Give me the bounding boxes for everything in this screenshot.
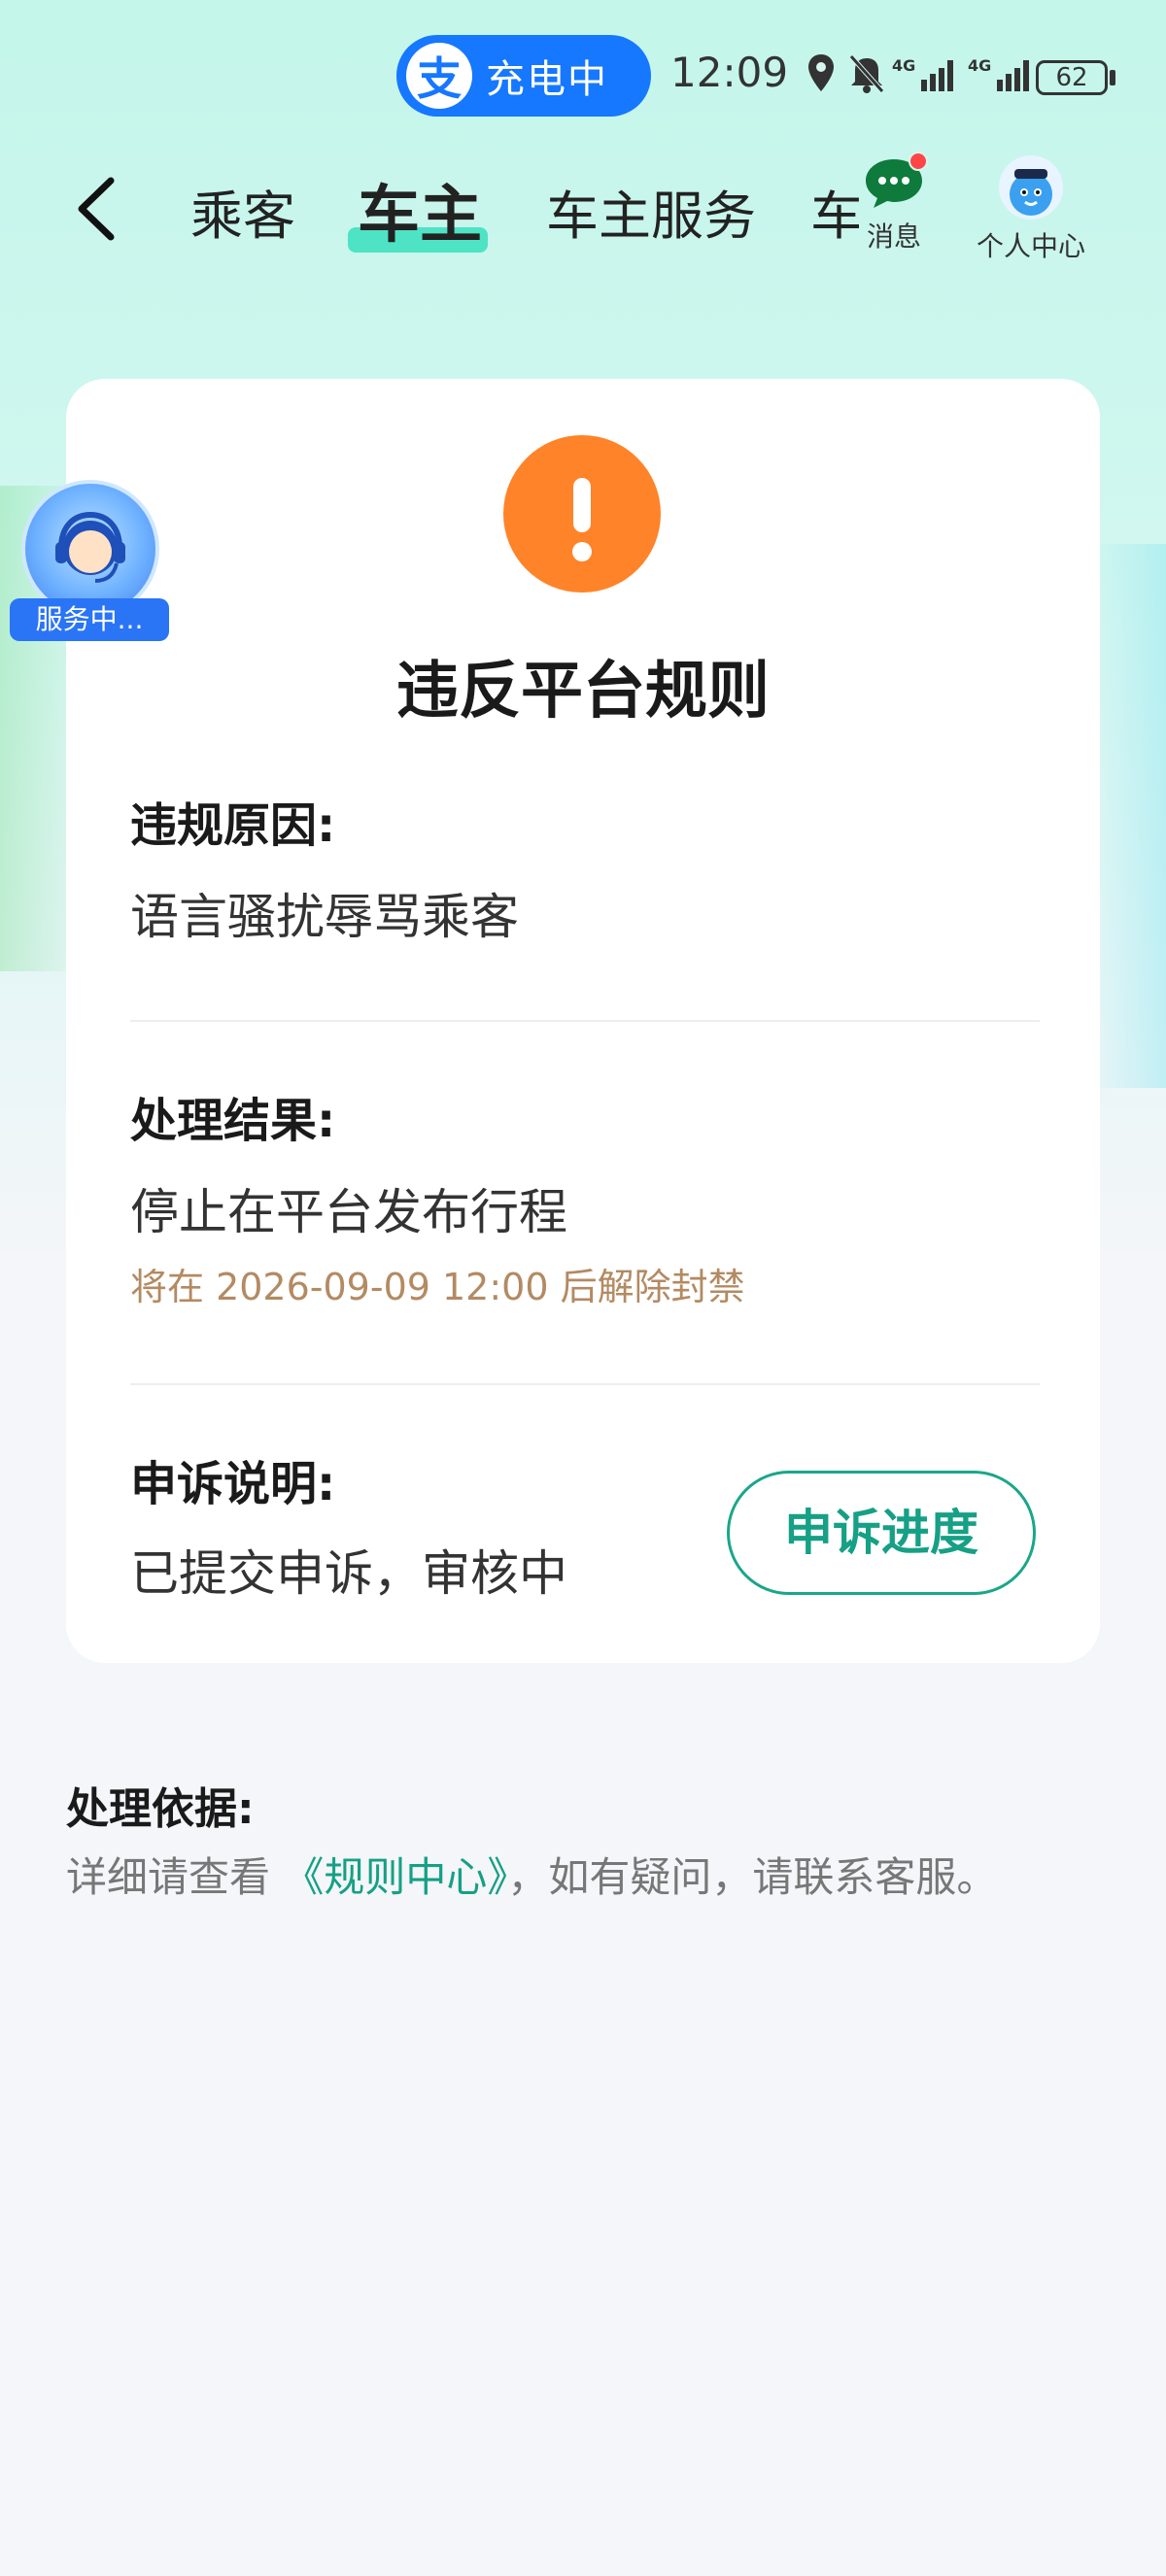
alipay-logo-icon: 支: [406, 43, 472, 109]
charging-indicator: 支 充电中: [396, 35, 651, 117]
profile-center-button[interactable]: 个人中心: [968, 155, 1094, 264]
top-navigation: 乘客 车主 车主服务 车 消息 个人中心: [0, 146, 1166, 272]
charging-label: 充电中: [486, 57, 608, 102]
customer-service-label: 服务中...: [10, 598, 169, 641]
tab-passenger[interactable]: 乘客: [190, 173, 295, 250]
profile-center-label: 个人中心: [976, 230, 1085, 262]
violation-reason-label: 违规原因:: [130, 798, 336, 853]
appeal-label: 申诉说明:: [130, 1457, 336, 1511]
result-label: 处理结果:: [130, 1094, 336, 1148]
signal-strength-icon: [921, 60, 953, 91]
location-icon: [808, 54, 834, 91]
customer-service-float-button[interactable]: 服务中...: [10, 480, 169, 645]
avatar: [999, 155, 1063, 220]
appeal-status-value: 已提交申诉，审核中: [130, 1545, 567, 1602]
tab-truncated[interactable]: 车: [810, 173, 859, 250]
warning-icon-bar: [573, 478, 591, 532]
divider: [130, 1383, 1040, 1385]
divider: [130, 1020, 1040, 1022]
tab-car-owner[interactable]: 车主: [358, 165, 482, 254]
status-time: 12:09: [670, 49, 789, 96]
signal-strength-icon-2: [997, 60, 1029, 91]
back-button[interactable]: [68, 175, 126, 243]
rules-center-link[interactable]: 《规则中心》: [283, 1853, 507, 1901]
messages-button[interactable]: 消息: [855, 152, 933, 254]
basis-text-suffix: ，如有疑问，请联系客服。: [507, 1853, 998, 1901]
battery-indicator: 62: [1036, 60, 1108, 95]
messages-label: 消息: [866, 220, 921, 253]
card-title: 违反平台规则: [396, 656, 770, 728]
basis-title: 处理依据:: [66, 1784, 255, 1834]
basis-text-prefix: 详细请查看: [66, 1853, 284, 1901]
status-bar: 支 充电中 12:09 4G 4G 62: [0, 35, 1166, 119]
tab-owner-service[interactable]: 车主服务: [546, 173, 756, 250]
chat-bubble-icon: [862, 152, 928, 210]
warning-icon: [503, 435, 661, 593]
mute-bell-icon: [849, 54, 884, 93]
unban-time-note: 将在 2026-09-09 12:00 后解除封禁: [130, 1266, 745, 1308]
headset-agent-icon: [21, 480, 159, 618]
unread-dot: [909, 152, 928, 171]
warning-icon-dot: [572, 542, 592, 561]
background-glow-right: [1088, 544, 1166, 1088]
basis-text: 详细请查看 《规则中心》，如有疑问，请联系客服。: [66, 1851, 1077, 1904]
violation-reason-value: 语言骚扰辱骂乘客: [130, 889, 519, 945]
chevron-left-icon: [78, 177, 115, 241]
battery-tip: [1110, 70, 1115, 85]
violation-card: 违反平台规则 违规原因: 语言骚扰辱骂乘客 处理结果: 停止在平台发布行程 将在…: [66, 379, 1100, 1663]
appeal-progress-button[interactable]: 申诉进度: [727, 1471, 1036, 1595]
result-value: 停止在平台发布行程: [130, 1184, 567, 1240]
